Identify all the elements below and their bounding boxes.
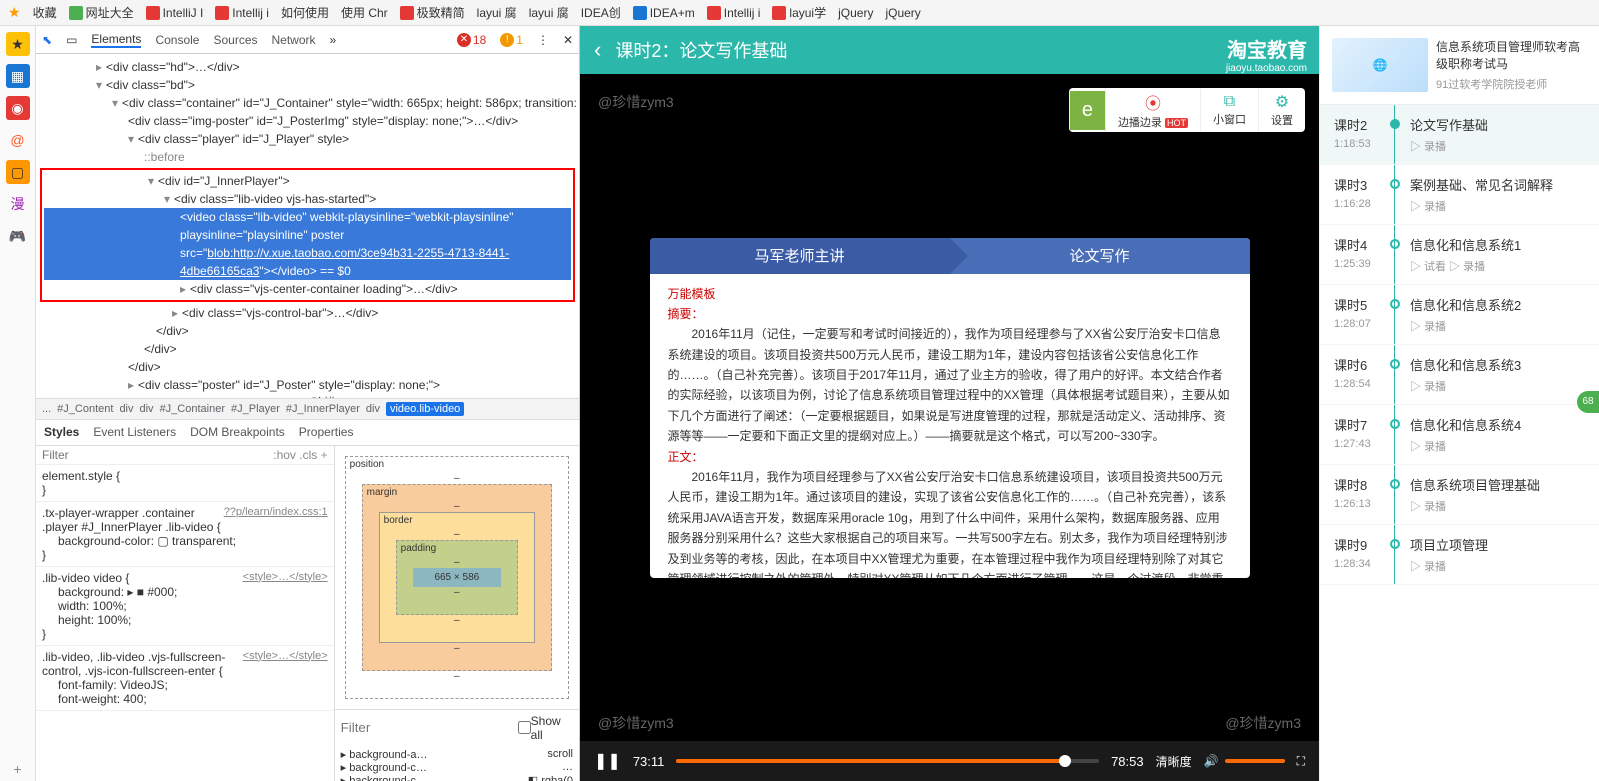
browser-sidebar: ★ ▦ ◉ @ ▢ 漫 🎮 + bbox=[0, 26, 36, 781]
bookmark-item[interactable]: IDEA+m bbox=[633, 6, 695, 20]
sidebar-at-icon[interactable]: @ bbox=[6, 128, 30, 152]
tab-event-listeners[interactable]: Event Listeners bbox=[93, 425, 176, 439]
favorites-label[interactable]: 收藏 bbox=[33, 4, 57, 21]
video-controls: ❚❚ 73:11 78:53 清晰度 🔊 ⛶ bbox=[580, 741, 1319, 781]
video-settings-button[interactable]: ⚙设置 bbox=[1258, 88, 1305, 132]
lesson-item[interactable]: 课时31:16:28案例基础、常见名词解释▷ 录播 bbox=[1320, 165, 1599, 225]
volume-control[interactable]: 🔊 bbox=[1204, 754, 1285, 768]
devtools-tabs: ⬉ ▭ Elements Console Sources Network » ✕… bbox=[36, 26, 579, 54]
tab-elements[interactable]: Elements bbox=[91, 32, 141, 48]
sidebar-app-icon[interactable]: ▦ bbox=[6, 64, 30, 88]
lesson-item[interactable]: 课时61:28:54信息化和信息系统3▷ 录播 bbox=[1320, 345, 1599, 405]
lesson-item[interactable]: 课时21:18:53论文写作基础▷ 录播 bbox=[1320, 105, 1599, 165]
warning-badge[interactable]: !1 bbox=[500, 33, 523, 47]
favorites-star-icon[interactable]: ★ bbox=[8, 4, 21, 21]
sidebar-fav-icon[interactable]: ★ bbox=[6, 32, 30, 56]
dom-tree[interactable]: ▸<div class="hd">…</div> ▾<div class="bd… bbox=[36, 54, 579, 398]
pause-icon[interactable]: ❚❚ bbox=[594, 751, 621, 771]
bookmark-item[interactable]: jQuery bbox=[885, 6, 920, 20]
selected-dom-node[interactable]: <video class="lib-video" webkit-playsinl… bbox=[44, 208, 571, 280]
sidebar-box-icon[interactable]: ▢ bbox=[6, 160, 30, 184]
bookmark-item[interactable]: 使用 Chr bbox=[341, 4, 388, 21]
fullscreen-icon[interactable]: ⛶ bbox=[1297, 754, 1305, 769]
course-header: 🌐 信息系统项目管理师软考高级职称考试马 91过软考学院院授老师 bbox=[1320, 26, 1599, 105]
watermark: @珍惜zym3 bbox=[598, 713, 674, 733]
browser-icon[interactable]: e bbox=[1069, 91, 1105, 130]
bookmark-item[interactable]: IntelliJ I bbox=[146, 6, 204, 20]
box-model[interactable]: position– margin– border– padding– 665 ×… bbox=[335, 446, 579, 709]
tab-properties[interactable]: Properties bbox=[299, 425, 354, 439]
hov-toggle[interactable]: :hov bbox=[273, 448, 296, 462]
lesson-item[interactable]: 课时71:27:43信息化和信息系统4▷ 录播 bbox=[1320, 405, 1599, 465]
bookmark-item[interactable]: layui 腐 bbox=[477, 4, 517, 21]
notification-badge[interactable]: 68 bbox=[1577, 391, 1599, 413]
computed-pane: position– margin– border– padding– 665 ×… bbox=[335, 446, 579, 781]
video-canvas[interactable]: @珍惜zym3 @珍惜zym3 @珍惜zym3 @珍惜zym3 e ⦿边播边录 … bbox=[580, 74, 1319, 741]
sidebar-add-icon[interactable]: + bbox=[6, 757, 30, 781]
bookmark-item[interactable]: jQuery bbox=[838, 6, 873, 20]
inspect-icon[interactable]: ⬉ bbox=[42, 33, 52, 47]
course-panel: 🌐 信息系统项目管理师软考高级职称考试马 91过软考学院院授老师 课时21:18… bbox=[1319, 26, 1599, 781]
slide-content: 马军老师主讲 论文写作 万能模板 摘要： 2016年11月（记住，一定要写和考试… bbox=[650, 238, 1250, 578]
video-header: ‹ 课时2：论文写作基础 淘宝教育 jiaoyu.taobao.com bbox=[580, 26, 1319, 74]
styles-rules[interactable]: :hov .cls + element.style {} ??p/learn/i… bbox=[36, 446, 335, 781]
bookmark-item[interactable]: Intellij i bbox=[215, 6, 269, 20]
course-title: 信息系统项目管理师软考高级职称考试马 bbox=[1436, 38, 1587, 72]
cls-toggle[interactable]: .cls bbox=[299, 448, 317, 462]
lesson-item[interactable]: 课时41:25:39信息化和信息系统1▷ 试看 ▷ 录播 bbox=[1320, 225, 1599, 285]
bookmark-item[interactable]: 极致精简 bbox=[400, 4, 465, 21]
more-tabs-icon[interactable]: » bbox=[330, 33, 337, 47]
duration: 78:53 bbox=[1111, 754, 1144, 769]
tab-network[interactable]: Network bbox=[272, 33, 316, 47]
lesson-item[interactable]: 课时51:28:07信息化和信息系统2▷ 录播 bbox=[1320, 285, 1599, 345]
device-icon[interactable]: ▭ bbox=[66, 33, 77, 47]
bookmark-item[interactable]: 如何使用 bbox=[281, 4, 329, 21]
mini-window-button[interactable]: ⧉小窗口 bbox=[1200, 89, 1258, 131]
quality-button[interactable]: 清晰度 bbox=[1156, 753, 1192, 770]
show-all-checkbox[interactable] bbox=[518, 721, 531, 734]
close-devtools-icon[interactable]: ✕ bbox=[563, 33, 573, 47]
sidebar-manga-icon[interactable]: 漫 bbox=[6, 192, 30, 216]
tab-sources[interactable]: Sources bbox=[213, 33, 257, 47]
add-rule-icon[interactable]: + bbox=[321, 448, 328, 462]
bookmark-item[interactable]: IDEA创 bbox=[581, 4, 621, 21]
progress-bar[interactable] bbox=[676, 759, 1099, 763]
course-thumbnail: 🌐 bbox=[1332, 38, 1428, 92]
dom-breadcrumb[interactable]: ... #J_Content div div #J_Container #J_P… bbox=[36, 398, 579, 420]
lesson-item[interactable]: 课时81:26:13信息系统项目管理基础▷ 录播 bbox=[1320, 465, 1599, 525]
tab-styles[interactable]: Styles bbox=[44, 425, 79, 439]
volume-icon[interactable]: 🔊 bbox=[1204, 754, 1219, 768]
error-badge[interactable]: ✕18 bbox=[457, 33, 486, 47]
tab-console[interactable]: Console bbox=[155, 33, 199, 47]
course-teacher: 91过软考学院院授老师 bbox=[1436, 76, 1587, 92]
current-time: 73:11 bbox=[633, 754, 665, 769]
lesson-title: 课时2：论文写作基础 bbox=[615, 37, 787, 63]
bookmarks-bar: ★ 收藏 网址大全 IntelliJ I Intellij i 如何使用 使用 … bbox=[0, 0, 1599, 26]
sidebar-weibo-icon[interactable]: ◉ bbox=[6, 96, 30, 120]
styles-tabs: Styles Event Listeners DOM Breakpoints P… bbox=[36, 420, 579, 446]
record-button[interactable]: ⦿边播边录 HOT bbox=[1105, 88, 1200, 132]
styles-filter-input[interactable] bbox=[42, 448, 273, 462]
bookmark-item[interactable]: layui学 bbox=[772, 4, 826, 21]
lesson-list[interactable]: 课时21:18:53论文写作基础▷ 录播课时31:16:28案例基础、常见名词解… bbox=[1320, 105, 1599, 781]
back-icon[interactable]: ‹ bbox=[594, 37, 601, 63]
video-player: ‹ 课时2：论文写作基础 淘宝教育 jiaoyu.taobao.com @珍惜z… bbox=[580, 26, 1319, 781]
video-toolbar: e ⦿边播边录 HOT ⧉小窗口 ⚙设置 bbox=[1069, 88, 1305, 132]
bookmark-item[interactable]: 网址大全 bbox=[69, 4, 134, 21]
bookmark-item[interactable]: layui 腐 bbox=[529, 4, 569, 21]
lesson-item[interactable]: 课时91:28:34项目立项管理▷ 录播 bbox=[1320, 525, 1599, 585]
watermark: @珍惜zym3 bbox=[1225, 713, 1301, 733]
tab-dom-breakpoints[interactable]: DOM Breakpoints bbox=[190, 425, 285, 439]
settings-icon[interactable]: ⋮ bbox=[537, 33, 549, 47]
sidebar-game-icon[interactable]: 🎮 bbox=[6, 224, 30, 248]
taobao-edu-logo: 淘宝教育 jiaoyu.taobao.com bbox=[1226, 34, 1307, 74]
devtools-panel: ⬉ ▭ Elements Console Sources Network » ✕… bbox=[36, 26, 580, 781]
watermark: @珍惜zym3 bbox=[598, 92, 674, 112]
bookmark-item[interactable]: Intellij i bbox=[707, 6, 761, 20]
highlighted-dom-region: ▾<div id="J_InnerPlayer"> ▾<div class="l… bbox=[40, 168, 575, 302]
computed-filter-input[interactable] bbox=[341, 720, 518, 735]
